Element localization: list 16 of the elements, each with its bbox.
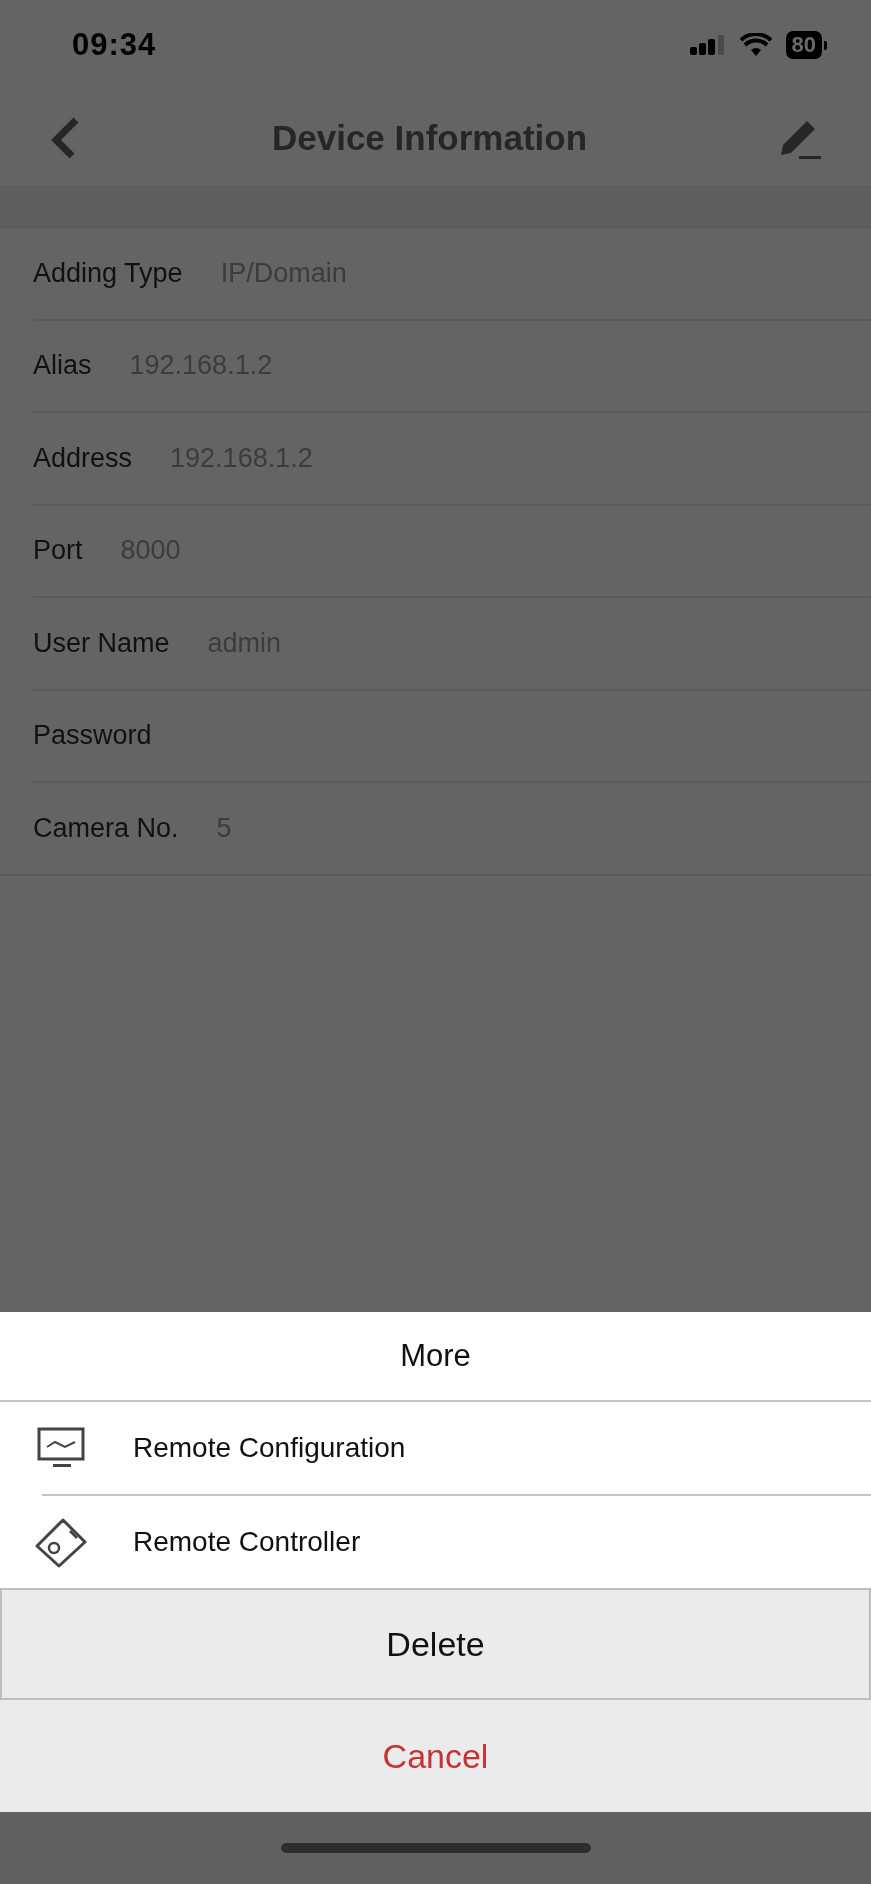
- field-label: User Name: [33, 627, 170, 659]
- sheet-title: More: [400, 1338, 471, 1374]
- delete-button[interactable]: Delete: [0, 1588, 871, 1700]
- field-label: Camera No.: [33, 812, 179, 844]
- screen-title: Device Information: [271, 118, 588, 158]
- field-label: Address: [33, 442, 133, 474]
- field-label: Password: [33, 720, 152, 752]
- field-label: Port: [33, 535, 83, 567]
- wifi-icon: [739, 33, 772, 57]
- status-time: 09:34: [72, 27, 158, 63]
- monitor-icon: [36, 1427, 85, 1469]
- remote-icon: [34, 1516, 87, 1568]
- field-label: Alias: [33, 350, 92, 382]
- cancel-button[interactable]: Cancel: [0, 1700, 871, 1812]
- signal-icon: [689, 33, 726, 57]
- field-label: Adding Type: [33, 257, 183, 289]
